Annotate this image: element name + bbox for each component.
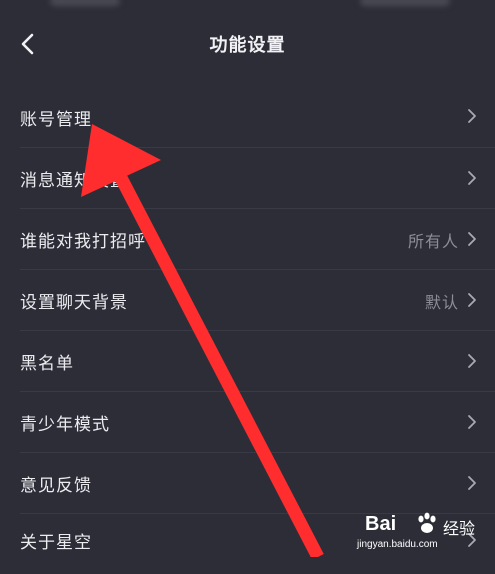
watermark-brand: Bai xyxy=(365,513,397,535)
chevron-right-icon xyxy=(468,109,476,123)
navigation-header: 功能设置 xyxy=(0,16,495,72)
watermark-url: jingyan.baidu.com xyxy=(357,539,438,550)
menu-item-label: 谁能对我打招呼 xyxy=(20,232,146,252)
chevron-right-icon xyxy=(468,476,476,490)
baidu-paw-icon xyxy=(418,512,436,533)
page-title: 功能设置 xyxy=(209,35,286,56)
menu-item-label: 黑名单 xyxy=(20,354,74,374)
menu-item-youth-mode[interactable]: 青少年模式 xyxy=(20,392,495,453)
menu-item-label: 设置聊天背景 xyxy=(20,293,128,313)
menu-item-label: 消息通知设置 xyxy=(20,171,128,191)
menu-item-label: 青少年模式 xyxy=(20,415,110,435)
menu-item-account-management[interactable]: 账号管理 xyxy=(20,88,495,148)
menu-item-label: 关于星空 xyxy=(20,533,92,553)
menu-item-value: 默认 xyxy=(424,293,459,312)
baidu-jingyan-watermark: Bai 经验 jingyan.baidu.com xyxy=(357,509,487,553)
status-bar-blur-left xyxy=(50,0,120,6)
chevron-right-icon xyxy=(468,354,476,368)
status-bar-blur-right xyxy=(360,0,450,6)
watermark-suffix: 经验 xyxy=(443,519,476,538)
chevron-right-icon xyxy=(468,232,476,246)
chevron-right-icon xyxy=(468,171,476,185)
menu-item-feedback[interactable]: 意见反馈 xyxy=(20,453,495,514)
menu-item-who-can-greet[interactable]: 谁能对我打招呼 所有人 xyxy=(20,209,495,270)
menu-item-chat-background[interactable]: 设置聊天背景 默认 xyxy=(20,270,495,331)
chevron-right-icon xyxy=(468,293,476,307)
menu-item-label: 账号管理 xyxy=(20,110,92,130)
menu-item-notification-settings[interactable]: 消息通知设置 xyxy=(20,148,495,209)
menu-item-blacklist[interactable]: 黑名单 xyxy=(20,331,495,392)
settings-menu: 账号管理 消息通知设置 谁能对我打招呼 所有人 设置聊天背景 默认 黑名单 青少… xyxy=(0,88,495,574)
chevron-right-icon xyxy=(468,415,476,429)
status-bar xyxy=(0,0,495,16)
menu-item-label: 意见反馈 xyxy=(20,476,92,496)
menu-item-value: 所有人 xyxy=(407,232,459,251)
